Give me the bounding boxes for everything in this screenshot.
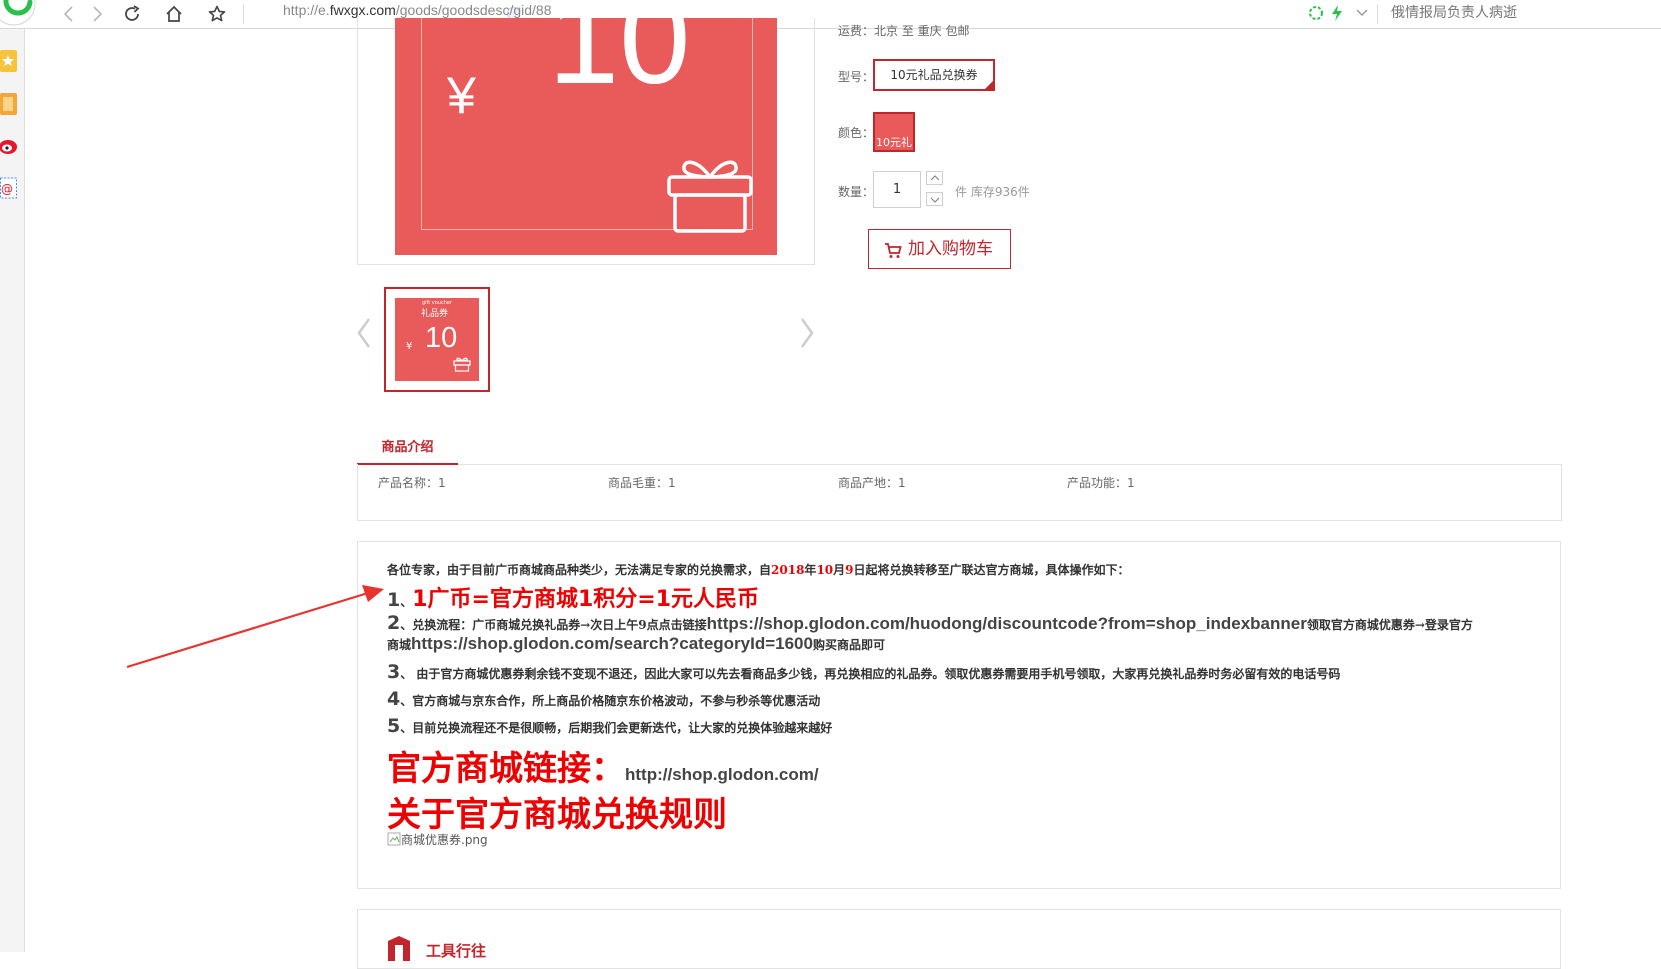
svg-text:@: @ <box>1 182 13 196</box>
shipping-info: 运费：北京 至 重庆 包邮 <box>838 24 970 38</box>
browser-toolbar: http://e.fwxgx.com/goods/goodsdesc/gid/8… <box>0 0 1661 29</box>
reload-icon[interactable] <box>122 4 142 24</box>
bookmark-star-icon[interactable] <box>207 4 227 24</box>
attribute-gross-weight: 商品毛重：1 <box>608 476 676 490</box>
color-label: 颜色： <box>838 126 875 140</box>
tab-product-intro[interactable]: 商品介绍 <box>357 436 458 465</box>
voucher-yen-symbol: ¥ <box>447 67 476 125</box>
add-to-cart-label: 加入购物车 <box>908 239 993 259</box>
tool-section-box: 工具行往 <box>357 909 1561 969</box>
official-mall-link-row: 官方商城链接：http://shop.glodon.com/ <box>387 749 819 789</box>
browser-logo-icon <box>0 0 36 26</box>
address-bar-text[interactable]: http://e.fwxgx.com/goods/goodsdesc/gid/8… <box>283 2 552 18</box>
attribute-function: 产品功能：1 <box>1067 476 1135 490</box>
notice-item-3: 3、 由于官方商城优惠券剩余钱不变现不退还，因此大家可以先去看商品多少钱，再兑换… <box>387 661 1341 683</box>
annotation-arrow <box>126 585 384 669</box>
thumb-next-arrow-icon[interactable] <box>797 316 817 350</box>
official-mall-link[interactable]: http://shop.glodon.com/ <box>625 765 819 784</box>
news-ticker[interactable]: 俄情报局负责人病逝 <box>1391 2 1517 22</box>
tool-section-title: 工具行往 <box>426 942 487 960</box>
quantity-increase-button[interactable] <box>926 171 943 185</box>
weibo-icon[interactable] <box>0 133 18 159</box>
back-icon[interactable] <box>59 4 79 24</box>
broken-image-icon <box>387 832 401 846</box>
notice-item-2-cont: 商城https://shop.glodon.com/search?categor… <box>387 634 885 653</box>
notes-icon[interactable] <box>0 91 18 117</box>
coupon-image-placeholder: 商城优惠券.png <box>387 831 488 848</box>
color-option-label: 10元礼 <box>876 136 912 149</box>
thumbnail-gift-icon <box>453 357 471 372</box>
add-to-cart-button[interactable]: 加入购物车 <box>868 229 1011 269</box>
stock-info: 件 库存936件 <box>955 185 1030 199</box>
gift-box-icon <box>667 160 753 233</box>
model-label: 型号： <box>838 70 875 84</box>
lightning-icon[interactable] <box>1330 4 1344 22</box>
thumbnail-selected[interactable]: gift voucher 礼品券 ¥ 10 <box>384 287 490 392</box>
forward-icon[interactable] <box>87 4 107 24</box>
attributes-box <box>357 464 1562 521</box>
quantity-label: 数量： <box>838 185 875 199</box>
dropdown-chevron-icon[interactable] <box>1355 6 1369 20</box>
thumbnail-yen-symbol: ¥ <box>406 341 413 352</box>
thumbnail-title: 礼品券 <box>421 309 449 319</box>
home-icon[interactable] <box>164 4 184 24</box>
notice-intro: 各位专家，由于目前广币商城商品种类少，无法满足专家的兑换需求，自2018年10月… <box>387 563 1130 577</box>
news-separator <box>1377 4 1378 24</box>
voucher-amount: 10 <box>548 18 691 111</box>
notice-item-2: 2、兑换流程：广币商城兑换礼品券→次日上午9点点击链接https://shop.… <box>387 612 1473 634</box>
security-shield-icon[interactable] <box>1308 5 1324 21</box>
thumbnail-voucher-image: gift voucher 礼品券 ¥ 10 <box>395 298 479 381</box>
discount-code-link[interactable]: https://shop.glodon.com/huodong/discount… <box>707 614 1307 633</box>
favorites-star-icon[interactable] <box>0 48 18 74</box>
tool-section-icon <box>388 936 410 961</box>
notice-item-5: 5、目前兑换流程还不是很顺畅，后期我们会更新迭代，让大家的兑换体验越来越好 <box>387 715 833 737</box>
attribute-product-name: 产品名称：1 <box>378 476 446 490</box>
thumbnail-amount: 10 <box>425 322 458 354</box>
thumb-prev-arrow-icon[interactable] <box>354 316 374 350</box>
chevron-down-icon <box>930 197 940 203</box>
email-icon[interactable]: @ <box>0 175 18 201</box>
model-option-label: 10元礼品兑换券 <box>890 68 978 82</box>
search-category-link[interactable]: https://shop.glodon.com/search?categoryI… <box>411 634 813 653</box>
notice-item-4: 4、官方商城与京东合作，所上商品价格随京东价格波动，不参与秒杀等优惠活动 <box>387 688 821 710</box>
model-option-selected[interactable]: 10元礼品兑换券 <box>873 59 995 91</box>
main-product-image[interactable]: ¥ 10 <box>395 18 777 255</box>
selected-check-icon <box>983 79 995 91</box>
exchange-rules-title: 关于官方商城兑换规则 <box>387 795 727 835</box>
notice-item-1: 1、1广币=官方商城1积分=1元人民币 <box>387 587 760 612</box>
browser-sidebar: @ <box>0 29 25 952</box>
quantity-input[interactable]: 1 <box>873 171 921 208</box>
color-option-selected[interactable]: 10元礼 <box>873 112 915 152</box>
cart-icon <box>885 243 902 258</box>
attribute-origin: 商品产地：1 <box>838 476 906 490</box>
chevron-up-icon <box>930 175 940 181</box>
quantity-decrease-button[interactable] <box>926 192 943 206</box>
